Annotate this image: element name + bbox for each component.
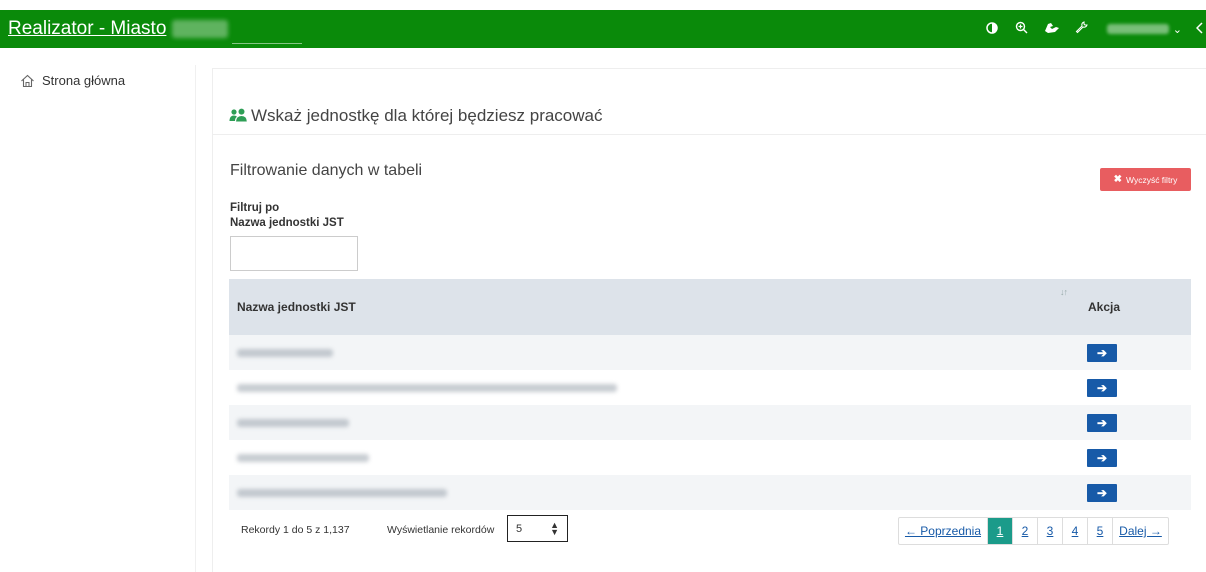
select-unit-button[interactable]: ➔ bbox=[1087, 448, 1117, 467]
page-title: Wskaż jednostkę dla której będziesz prac… bbox=[229, 106, 603, 126]
table-row: ➔ bbox=[229, 440, 1191, 475]
column-header-name[interactable]: Nazwa jednostki JST bbox=[229, 279, 1084, 335]
units-table: Nazwa jednostki JST ↓↑ Akcja ➔ ➔ ➔ ➔ ➔ bbox=[229, 279, 1191, 510]
per-page-select[interactable]: 5 ▲ ▼ bbox=[507, 515, 568, 542]
per-page-label: Wyświetlanie rekordów bbox=[387, 524, 495, 536]
page-title-text: Wskaż jednostkę dla której będziesz prac… bbox=[251, 106, 603, 125]
select-unit-button[interactable]: ➔ bbox=[1087, 483, 1117, 502]
records-info: Rekordy 1 do 5 z 1,137 bbox=[241, 524, 350, 536]
chevron-down-icon: ⌄ bbox=[1172, 23, 1182, 36]
pagination: ← Poprzednia 1 2 3 4 5 Dalej → bbox=[898, 517, 1169, 545]
sign-language-icon[interactable] bbox=[1037, 21, 1067, 37]
unit-name-cell bbox=[229, 449, 1084, 467]
zoom-icon[interactable] bbox=[1007, 21, 1037, 37]
table-row: ➔ bbox=[229, 405, 1191, 440]
unit-name-cell bbox=[229, 484, 1084, 502]
pagination-page-3[interactable]: 3 bbox=[1038, 518, 1063, 544]
unit-name-redacted bbox=[237, 348, 333, 357]
unit-name-redacted bbox=[237, 383, 617, 392]
sort-icon[interactable]: ↓↑ bbox=[1060, 287, 1068, 297]
contrast-icon[interactable] bbox=[977, 21, 1007, 37]
logout-icon[interactable] bbox=[1195, 21, 1204, 37]
pagination-page-1[interactable]: 1 bbox=[988, 518, 1013, 544]
table-row: ➔ bbox=[229, 475, 1191, 510]
home-icon bbox=[20, 74, 36, 88]
unit-name-cell bbox=[229, 414, 1084, 432]
panel-header: Wskaż jednostkę dla której będziesz prac… bbox=[213, 69, 1206, 135]
unit-name-redacted bbox=[237, 418, 349, 427]
unit-name-cell bbox=[229, 379, 1084, 397]
unit-name-cell bbox=[229, 344, 1084, 362]
unit-name-redacted bbox=[237, 488, 447, 497]
user-menu[interactable]: ⌄ bbox=[1106, 23, 1182, 36]
sidebar-item-label: Strona główna bbox=[42, 73, 126, 88]
sort-updown-icon: ▲ ▼ bbox=[550, 519, 559, 537]
table-header: Nazwa jednostki JST ↓↑ Akcja bbox=[229, 279, 1191, 335]
column-header-action: Akcja bbox=[1088, 300, 1121, 314]
filter-section-title: Filtrowanie danych w tabeli bbox=[230, 162, 423, 179]
sidebar: Strona główna bbox=[8, 65, 196, 572]
users-icon bbox=[229, 108, 247, 124]
table-row: ➔ bbox=[229, 370, 1191, 405]
pagination-next[interactable]: Dalej → bbox=[1113, 518, 1168, 544]
main-panel: Wskaż jednostkę dla której będziesz prac… bbox=[212, 68, 1206, 572]
unit-name-redacted bbox=[237, 453, 369, 462]
filter-by-label: Filtruj po bbox=[230, 202, 280, 214]
clear-filters-label: Wyczyść filtry bbox=[1126, 174, 1178, 185]
pagination-page-5[interactable]: 5 bbox=[1088, 518, 1113, 544]
brand-title: Realizator - Miasto bbox=[8, 18, 167, 39]
user-name-redacted bbox=[1106, 24, 1169, 34]
top-navbar: Realizator - Miasto ⌄ bbox=[0, 10, 1206, 48]
brand-city-redacted bbox=[172, 20, 229, 38]
select-unit-button[interactable]: ➔ bbox=[1087, 413, 1117, 432]
close-icon: ✖ bbox=[1113, 174, 1122, 185]
top-toolbar: ⌄ bbox=[977, 10, 1206, 48]
per-page-value: 5 bbox=[516, 522, 523, 535]
brand-underline bbox=[232, 43, 303, 44]
wrench-icon[interactable] bbox=[1067, 21, 1097, 37]
select-unit-button[interactable]: ➔ bbox=[1087, 378, 1117, 397]
clear-filters-button[interactable]: ✖ Wyczyść filtry bbox=[1100, 168, 1191, 191]
pagination-page-2[interactable]: 2 bbox=[1013, 518, 1038, 544]
unit-name-filter-input[interactable] bbox=[230, 236, 358, 271]
pagination-page-4[interactable]: 4 bbox=[1063, 518, 1088, 544]
filter-field-label: Nazwa jednostki JST bbox=[230, 217, 344, 229]
brand-link[interactable]: Realizator - Miasto bbox=[0, 10, 303, 48]
table-row: ➔ bbox=[229, 335, 1191, 370]
select-unit-button[interactable]: ➔ bbox=[1087, 343, 1117, 362]
sidebar-item-home[interactable]: Strona główna bbox=[8, 65, 195, 96]
pagination-prev[interactable]: ← Poprzednia bbox=[899, 518, 988, 544]
